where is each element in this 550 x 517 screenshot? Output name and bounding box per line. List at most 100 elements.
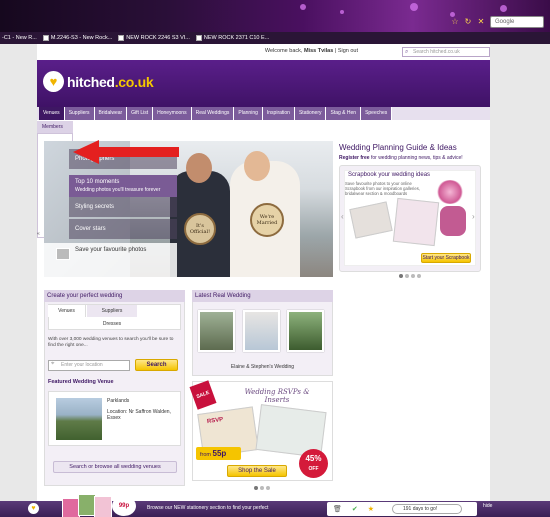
bookmark-label: NEW ROCK 2246 S3 VI... xyxy=(126,35,190,41)
bookmarks-bar: -C1 - New R... M.2246-S3 - New Rock... N… xyxy=(0,32,550,44)
stationery-promo-text[interactable]: Browse our NEW stationery section to fin… xyxy=(147,505,268,511)
carousel-dot[interactable] xyxy=(399,274,403,278)
location-input[interactable]: Enter your location xyxy=(48,360,130,371)
carousel-dot[interactable] xyxy=(260,486,264,490)
stationery-card-image xyxy=(94,496,112,517)
discount-value: 45% xyxy=(305,454,322,463)
hero-link-subtitle: Wedding photos you'll treasure forever xyxy=(75,187,161,193)
checkmark-icon[interactable]: ✔ xyxy=(352,505,358,513)
browser-search-box[interactable]: Google xyxy=(490,16,544,28)
hero-link-title: Top 10 moments xyxy=(75,179,120,185)
latest-wedding-caption[interactable]: Elaine & Stephen's Wedding xyxy=(192,364,333,370)
price-badge: 99p xyxy=(112,496,136,516)
site-logo[interactable]: ♥ hitched.co.uk xyxy=(43,71,154,92)
wedding-countdown[interactable]: 191 days to go! xyxy=(392,504,462,514)
logo-text: hitched.co.uk xyxy=(67,73,154,90)
featured-venue-name[interactable]: Parklands xyxy=(107,398,129,404)
carousel-dot[interactable] xyxy=(405,274,409,278)
scrapbook-bag-image xyxy=(440,206,466,236)
hero-link-cover-stars[interactable]: Cover stars xyxy=(69,219,177,239)
utility-bar: Welcome back, Miss Tvilas | Sign out Sea… xyxy=(37,44,490,60)
welcome-prefix: Welcome back, xyxy=(264,48,303,54)
hitched-logo-icon[interactable]: ♥ xyxy=(28,503,39,514)
decor-sparkle xyxy=(340,10,344,14)
hero-link-title: Styling secrets xyxy=(75,204,115,210)
hero-sign-right: We're Married xyxy=(250,203,284,237)
site-search-input[interactable]: Search hitched.co.uk xyxy=(402,47,490,57)
carousel-dot[interactable] xyxy=(254,486,258,490)
logo-badge: ♥ xyxy=(43,71,64,92)
nav-item-suppliers[interactable]: Suppliers xyxy=(64,107,95,120)
browse-all-venues-button[interactable]: Search or browse all wedding venues xyxy=(53,461,177,473)
featured-venue-title: Featured Wedding Venue xyxy=(48,379,114,385)
carousel-dot[interactable] xyxy=(266,486,270,490)
nav-item-stag-hen[interactable]: Stag & Hen xyxy=(326,107,362,120)
main-nav: Venues Suppliers Bridalwear Gift List Ho… xyxy=(37,107,490,120)
featured-venue-location: Location: Nr Saffron Walden, Essex xyxy=(107,409,171,421)
bin-icon[interactable]: 🗑 xyxy=(333,505,342,513)
nav-item-gift-list[interactable]: Gift List xyxy=(127,107,154,120)
price-value: 55p xyxy=(212,449,227,458)
heart-icon: ♥ xyxy=(49,74,58,89)
scrapbook-title: Scrapbook your wedding ideas xyxy=(348,172,431,178)
refresh-icon[interactable]: ↻ xyxy=(463,17,473,27)
save-photos-link[interactable]: Save your favourite photos xyxy=(75,247,146,253)
red-arrow-annotation xyxy=(73,140,179,164)
latest-wedding-header: Latest Real Wedding xyxy=(192,290,333,302)
rsvp-ad-title: Wedding RSVPs & Inserts xyxy=(244,388,310,404)
address-bar-icons: ☆ ↻ ✕ xyxy=(450,17,486,27)
tab-suppliers[interactable]: Suppliers xyxy=(87,305,137,317)
bookmark-item[interactable]: M.2246-S3 - New Rock... xyxy=(42,35,112,41)
featured-venue-image[interactable] xyxy=(56,398,102,440)
welcome-message: Welcome back, Miss Tvilas | Sign out xyxy=(264,48,358,54)
decor-sparkle xyxy=(500,5,507,12)
carousel-dot[interactable] xyxy=(417,274,421,278)
wedding-photo-thumb[interactable] xyxy=(243,310,280,352)
tab-venues[interactable]: Venues xyxy=(48,305,86,317)
nav-sub-item-members[interactable]: Members xyxy=(37,121,73,133)
bookmark-item[interactable]: NEW ROCK 2371 C10 E... xyxy=(195,35,269,41)
wedding-photo-thumb[interactable] xyxy=(198,310,235,352)
hero-sign-left: It's Official! xyxy=(184,213,216,245)
venue-search-button[interactable]: Search xyxy=(135,359,178,371)
carousel-next-icon[interactable]: › xyxy=(472,212,475,221)
bookmark-label: -C1 - New R... xyxy=(2,35,37,41)
star-icon[interactable]: ★ xyxy=(368,505,374,513)
logo-name: hitched xyxy=(67,73,115,90)
nav-item-planning[interactable]: Planning xyxy=(234,107,263,120)
nav-item-honeymoons[interactable]: Honeymoons xyxy=(153,107,192,120)
stop-icon[interactable]: ✕ xyxy=(476,17,486,27)
wedding-photo-thumb[interactable] xyxy=(287,310,324,352)
venue-description: With over 3,000 wedding venues to search… xyxy=(48,337,174,348)
nav-item-real-weddings[interactable]: Real Weddings xyxy=(191,107,235,120)
tab-dresses[interactable]: Dresses xyxy=(87,318,137,330)
chevron-left-icon[interactable]: « xyxy=(37,231,40,237)
bookmark-item[interactable]: NEW ROCK 2246 S3 VI... xyxy=(118,35,190,41)
carousel-dot[interactable] xyxy=(411,274,415,278)
sign-out-link[interactable]: Sign out xyxy=(338,48,358,54)
browser-toolbar xyxy=(0,0,550,32)
nav-item-venues[interactable]: Venues xyxy=(39,107,65,120)
location-pin-icon: ⌖ xyxy=(51,361,55,367)
nav-item-bridalwear[interactable]: Bridalwear xyxy=(94,107,128,120)
bookmark-item[interactable]: -C1 - New R... xyxy=(2,35,37,41)
page-favicon-icon xyxy=(42,35,49,41)
carousel-prev-icon[interactable]: ‹ xyxy=(341,212,344,221)
register-link[interactable]: Register free xyxy=(339,155,370,161)
nav-item-stationery[interactable]: Stationery xyxy=(294,107,327,120)
nav-item-speeches[interactable]: Speeches xyxy=(361,107,393,120)
hero-bride-head xyxy=(244,151,270,181)
hero-link-top-10-moments[interactable]: Top 10 moments Wedding photos you'll tre… xyxy=(69,175,177,197)
guide-title: Wedding Planning Guide & Ideas xyxy=(339,143,457,152)
hero-link-styling-secrets[interactable]: Styling secrets xyxy=(69,197,177,217)
photo-stack-icon xyxy=(56,248,70,260)
start-scrapbook-button[interactable]: Start your Scrapbook xyxy=(421,253,471,263)
nav-item-inspiration[interactable]: Inspiration xyxy=(262,107,295,120)
guide-subtitle-text: for wedding planning news, tips & advice… xyxy=(370,155,463,161)
star-icon[interactable]: ☆ xyxy=(450,17,460,27)
discount-off-label: OFF xyxy=(308,466,319,472)
user-name[interactable]: Miss Tvilas xyxy=(304,48,333,54)
discount-badge: 45% OFF xyxy=(299,449,328,478)
hide-toolbar-link[interactable]: hide xyxy=(483,503,492,509)
shop-sale-button[interactable]: Shop the Sale xyxy=(227,465,287,477)
